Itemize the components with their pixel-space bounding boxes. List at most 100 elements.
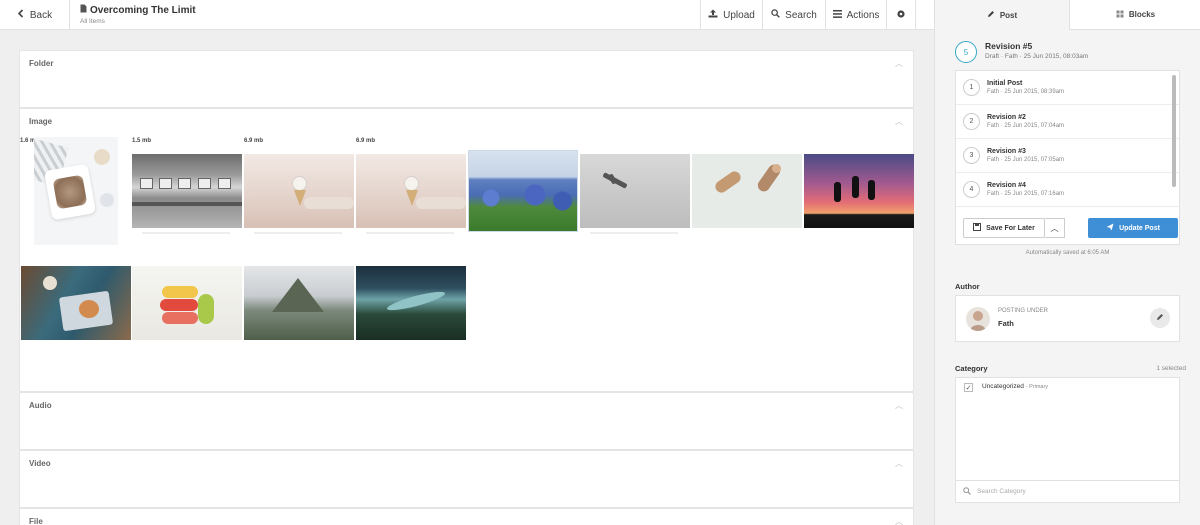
- chevron-up-icon[interactable]: ︿: [895, 516, 903, 525]
- blocks-icon: [1116, 10, 1124, 20]
- actions-label: Actions: [846, 9, 880, 21]
- revision-number: 4: [963, 181, 980, 198]
- image-size-label: 6.9 mb: [244, 138, 264, 144]
- pencil-icon: [987, 10, 995, 20]
- category-checkbox[interactable]: ✓: [964, 383, 973, 392]
- upload-button[interactable]: Upload: [700, 0, 762, 30]
- chevron-up-icon[interactable]: ︿: [895, 400, 903, 411]
- image-thumbnail[interactable]: [21, 266, 131, 340]
- file-section-label: File: [29, 517, 43, 525]
- current-revision-meta: Draft · Fath · 25 Jun 2015, 08:03am: [985, 53, 1089, 60]
- media-library-panel: Folder ︿ Image ︿ 1.6 mb 1.5 mb 6.9 mb 6.…: [0, 30, 934, 525]
- document-icon: [80, 4, 87, 16]
- author-name: Fath: [998, 319, 1014, 328]
- image-caption-placeholder: [142, 232, 230, 234]
- category-item-name: Uncategorized: [982, 383, 1024, 390]
- upload-label: Upload: [723, 9, 755, 21]
- revision-name: Initial Post: [987, 80, 1023, 87]
- revision-scrollbar[interactable]: [1172, 75, 1176, 187]
- chevron-up-icon[interactable]: ︿: [895, 116, 903, 127]
- update-post-label: Update Post: [1119, 224, 1160, 232]
- folder-section[interactable]: Folder ︿: [19, 50, 914, 108]
- revision-meta: Fath · 25 Jun 2015, 07:16am: [987, 191, 1065, 197]
- chevron-left-icon: [17, 9, 24, 21]
- chevron-up-icon[interactable]: ︿: [895, 458, 903, 469]
- image-thumbnail[interactable]: [580, 154, 690, 228]
- settings-button[interactable]: [886, 0, 916, 30]
- revision-meta: Fath · 25 Jun 2015, 07:04am: [987, 123, 1065, 129]
- image-size-label: 6.9 mb: [356, 138, 376, 144]
- revision-number-badge: 5: [955, 41, 977, 63]
- folder-section-label: Folder: [29, 59, 54, 68]
- image-thumbnail[interactable]: [244, 154, 354, 228]
- avatar: [966, 307, 990, 331]
- category-count: 1 selected: [1156, 365, 1186, 372]
- chevron-up-icon[interactable]: ︿: [895, 58, 903, 69]
- image-thumbnail[interactable]: [692, 154, 802, 228]
- gear-icon: [896, 9, 906, 22]
- file-section[interactable]: File ︿: [19, 508, 914, 525]
- category-item[interactable]: Uncategorized - Primary: [982, 383, 1048, 390]
- revision-item[interactable]: 3 Revision #3 Fath · 25 Jun 2015, 07:05am: [956, 139, 1179, 173]
- image-thumbnail[interactable]: [244, 266, 354, 340]
- author-label: Author: [955, 282, 980, 291]
- search-icon: [963, 486, 971, 497]
- publish-actions: Save For Later ︿ Update Post: [955, 211, 1180, 245]
- paper-plane-icon: [1106, 223, 1114, 233]
- video-section[interactable]: Video ︿: [19, 450, 914, 508]
- back-button[interactable]: Back: [0, 0, 70, 30]
- image-thumbnail[interactable]: [356, 266, 466, 340]
- top-toolbar: Back Overcoming The Limit All Items Uplo…: [0, 0, 934, 30]
- revision-item[interactable]: 1 Initial Post Fath · 25 Jun 2015, 08:39a…: [956, 71, 1179, 105]
- category-box: ✓ Uncategorized - Primary Search Categor…: [955, 377, 1180, 503]
- image-caption-placeholder: [254, 232, 342, 234]
- chevron-up-icon[interactable]: ︿: [1045, 218, 1065, 238]
- tab-blocks[interactable]: Blocks: [1069, 0, 1200, 30]
- search-icon: [771, 9, 780, 21]
- revision-number: 2: [963, 113, 980, 130]
- menu-icon: [832, 9, 842, 21]
- image-thumbnail[interactable]: [468, 150, 578, 232]
- save-for-later-button[interactable]: Save For Later: [963, 218, 1045, 238]
- tab-blocks-label: Blocks: [1128, 10, 1156, 19]
- save-icon: [973, 223, 982, 233]
- revision-name: Revision #2: [987, 114, 1026, 121]
- update-post-button[interactable]: Update Post: [1088, 218, 1178, 238]
- image-section-label: Image: [29, 117, 53, 126]
- image-section: Image ︿ 1.6 mb 1.5 mb 6.9 mb 6.9 mb: [19, 108, 914, 392]
- revision-meta: Fath · 25 Jun 2015, 08:39am: [987, 89, 1065, 95]
- revision-number: 3: [963, 147, 980, 164]
- revision-name: Revision #4: [987, 182, 1026, 189]
- actions-button[interactable]: Actions: [825, 0, 886, 30]
- video-section-label: Video: [29, 459, 51, 468]
- revision-item[interactable]: 2 Revision #2 Fath · 25 Jun 2015, 07:04am: [956, 105, 1179, 139]
- pencil-icon: [1156, 313, 1164, 323]
- image-thumbnail[interactable]: [804, 154, 914, 228]
- revision-meta: Fath · 25 Jun 2015, 07:05am: [987, 157, 1065, 163]
- posting-under-label: POSTING UNDER: [998, 308, 1049, 314]
- back-label: Back: [29, 9, 53, 21]
- image-thumbnail[interactable]: [356, 154, 466, 228]
- image-thumbnail[interactable]: [132, 266, 242, 340]
- editor-sidebar: Post Blocks 5 Revision #5 Draft · Fath ·…: [934, 0, 1200, 525]
- image-caption-placeholder: [366, 232, 454, 234]
- page-subtitle: All Items: [80, 18, 105, 25]
- revision-name: Revision #3: [987, 148, 1026, 155]
- edit-author-button[interactable]: [1150, 308, 1170, 328]
- audio-section[interactable]: Audio ︿: [19, 392, 914, 450]
- image-thumbnail[interactable]: [34, 137, 118, 245]
- revision-item[interactable]: 4 Revision #4 Fath · 25 Jun 2015, 07:16am: [956, 173, 1179, 207]
- save-for-later-label: Save For Later: [986, 224, 1035, 232]
- audio-section-label: Audio: [29, 401, 52, 410]
- current-revision: 5 Revision #5 Draft · Fath · 25 Jun 2015…: [955, 41, 1088, 63]
- category-search-placeholder: Search Category: [977, 488, 1026, 495]
- category-search-input[interactable]: Search Category: [956, 480, 1179, 502]
- page-title: Overcoming The Limit: [90, 4, 196, 16]
- search-button[interactable]: Search: [762, 0, 825, 30]
- tab-post-label: Post: [999, 10, 1018, 20]
- revision-list[interactable]: 1 Initial Post Fath · 25 Jun 2015, 08:39a…: [955, 70, 1180, 212]
- current-revision-name: Revision #5: [985, 41, 1033, 51]
- author-box: POSTING UNDER Fath: [955, 295, 1180, 342]
- image-thumbnail[interactable]: [132, 154, 242, 228]
- tab-post[interactable]: Post: [935, 0, 1069, 30]
